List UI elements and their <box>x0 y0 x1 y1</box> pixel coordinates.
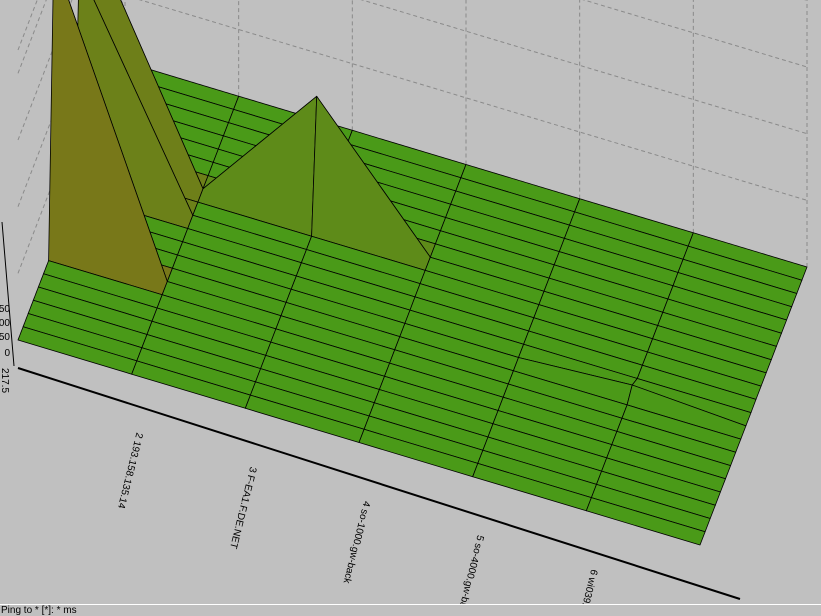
z-tick-label: 100 <box>0 318 10 329</box>
x-tick-label: 6 wi039.gw <box>576 568 599 604</box>
z-axis-max-label: 217.5 <box>0 368 10 393</box>
ping-surface-chart[interactable]: 2 193.158.135.14 3 F-EA1.F.DE.NET 4 so-1… <box>0 0 821 604</box>
x-tick-label: 3 F-EA1.F.DE.NET <box>227 466 258 550</box>
z-tick-label: 150 <box>0 304 10 315</box>
status-bar: Ping to * [*]: * ms <box>0 604 821 616</box>
x-tick-label: 2 193.158.135.14 <box>115 431 145 510</box>
z-tick-label: 0 <box>4 348 10 359</box>
x-tick-label: 4 so-1000.gw-back <box>340 500 371 586</box>
z-tick-label: 50 <box>0 332 10 343</box>
z-axis-line <box>1 221 15 367</box>
x-tick-label: 5 so-4000.gw-back <box>454 534 485 604</box>
chart-canvas[interactable]: 2 193.158.135.14 3 F-EA1.F.DE.NET 4 so-1… <box>0 0 821 604</box>
status-text: Ping to * [*]: * ms <box>1 605 77 616</box>
